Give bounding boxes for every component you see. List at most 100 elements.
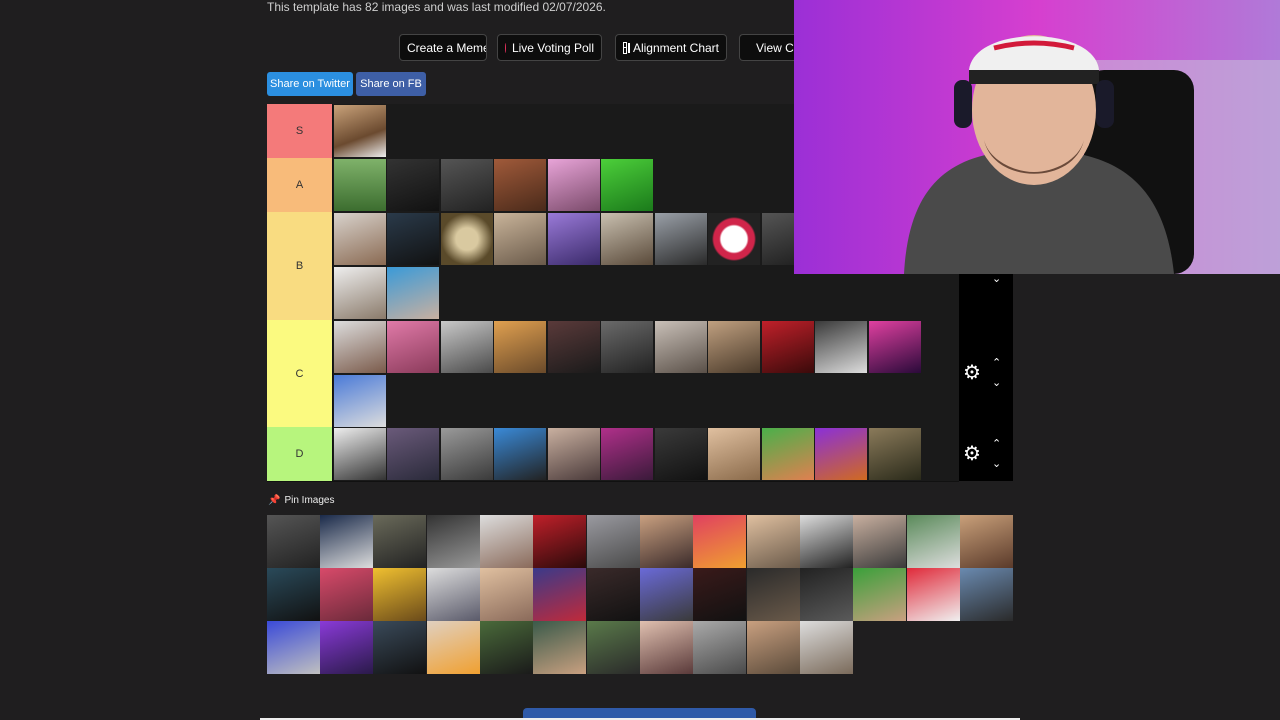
pool-image[interactable] bbox=[320, 515, 373, 568]
tier-image[interactable] bbox=[334, 428, 386, 480]
tier-label-c[interactable]: C bbox=[267, 320, 333, 427]
tier-image[interactable] bbox=[601, 428, 653, 480]
share-facebook-button[interactable]: Share on FB bbox=[356, 72, 426, 96]
tier-image[interactable] bbox=[387, 159, 439, 211]
tier-image[interactable] bbox=[708, 428, 760, 480]
pool-image[interactable] bbox=[640, 568, 693, 621]
tier-image[interactable] bbox=[387, 428, 439, 480]
tier-image[interactable] bbox=[334, 267, 386, 319]
view-button[interactable]: View C bbox=[739, 34, 795, 61]
tier-image[interactable] bbox=[708, 321, 760, 373]
pool-image[interactable] bbox=[853, 568, 906, 621]
tier-image[interactable] bbox=[601, 321, 653, 373]
tier-image[interactable] bbox=[815, 428, 867, 480]
pool-image[interactable] bbox=[960, 568, 1013, 621]
gear-icon[interactable]: ⚙ bbox=[963, 363, 981, 383]
pool-image[interactable] bbox=[373, 515, 426, 568]
pin-images-toggle[interactable]: 📌 Pin Images bbox=[268, 495, 334, 506]
pool-image[interactable] bbox=[587, 568, 640, 621]
tier-image[interactable] bbox=[655, 428, 707, 480]
pool-image[interactable] bbox=[693, 621, 746, 674]
pool-image[interactable] bbox=[747, 621, 800, 674]
tier-image[interactable] bbox=[387, 321, 439, 373]
pool-image[interactable] bbox=[533, 515, 586, 568]
pool-image[interactable] bbox=[427, 568, 480, 621]
tier-image[interactable] bbox=[494, 321, 546, 373]
pool-image[interactable] bbox=[693, 568, 746, 621]
tier-image[interactable] bbox=[548, 321, 600, 373]
tier-image[interactable] bbox=[334, 213, 386, 265]
tier-image[interactable] bbox=[762, 321, 814, 373]
chevron-down-icon[interactable]: ⌄ bbox=[992, 274, 1001, 285]
tier-image[interactable] bbox=[762, 428, 814, 480]
tier-image[interactable] bbox=[655, 321, 707, 373]
tier-image[interactable] bbox=[708, 213, 760, 265]
tier-image[interactable] bbox=[494, 213, 546, 265]
pool-image[interactable] bbox=[853, 515, 906, 568]
chevron-up-icon[interactable]: ⌃ bbox=[992, 358, 1001, 369]
alignment-chart-button[interactable]: Alignment Chart bbox=[615, 34, 727, 61]
pool-image[interactable] bbox=[960, 515, 1013, 568]
pool-image[interactable] bbox=[480, 515, 533, 568]
pool-image[interactable] bbox=[587, 621, 640, 674]
pool-image[interactable] bbox=[373, 568, 426, 621]
tier-image[interactable] bbox=[548, 213, 600, 265]
pool-image[interactable] bbox=[480, 568, 533, 621]
pool-image[interactable] bbox=[907, 568, 960, 621]
share-twitter-button[interactable]: Share on Twitter bbox=[267, 72, 353, 96]
tier-image[interactable] bbox=[494, 159, 546, 211]
tier-label-d[interactable]: D bbox=[267, 427, 333, 481]
pool-image[interactable] bbox=[747, 515, 800, 568]
tier-image[interactable] bbox=[441, 428, 493, 480]
chevron-down-icon[interactable]: ⌄ bbox=[992, 459, 1001, 470]
pool-image[interactable] bbox=[587, 515, 640, 568]
tier-image[interactable] bbox=[387, 267, 439, 319]
tier-image[interactable] bbox=[869, 321, 921, 373]
tier-image[interactable] bbox=[334, 321, 386, 373]
tier-image[interactable] bbox=[548, 428, 600, 480]
pool-image[interactable] bbox=[320, 568, 373, 621]
tier-image[interactable] bbox=[762, 213, 794, 265]
chevron-down-icon[interactable]: ⌄ bbox=[992, 378, 1001, 389]
pin-icon: 📌 bbox=[268, 495, 281, 506]
pool-image[interactable] bbox=[373, 621, 426, 674]
pool-image[interactable] bbox=[267, 568, 320, 621]
tier-label-s[interactable]: S bbox=[267, 104, 333, 158]
tier-image[interactable] bbox=[387, 213, 439, 265]
tier-image[interactable] bbox=[441, 159, 493, 211]
tier-label-b[interactable]: B bbox=[267, 212, 333, 320]
tier-image[interactable] bbox=[441, 213, 493, 265]
tier-image[interactable] bbox=[334, 159, 386, 211]
tier-image[interactable] bbox=[601, 213, 653, 265]
pool-image[interactable] bbox=[533, 568, 586, 621]
pool-image[interactable] bbox=[427, 515, 480, 568]
pool-image[interactable] bbox=[533, 621, 586, 674]
pool-image[interactable] bbox=[907, 515, 960, 568]
pool-image[interactable] bbox=[800, 621, 853, 674]
tier-image[interactable] bbox=[655, 213, 707, 265]
chevron-up-icon[interactable]: ⌃ bbox=[992, 439, 1001, 450]
tier-image[interactable] bbox=[494, 428, 546, 480]
live-voting-poll-button[interactable]: Live Voting Poll bbox=[497, 34, 602, 61]
tier-image[interactable] bbox=[869, 428, 921, 480]
tier-label-a[interactable]: A bbox=[267, 158, 333, 212]
pool-image[interactable] bbox=[427, 621, 480, 674]
tier-image[interactable] bbox=[441, 321, 493, 373]
tier-image[interactable] bbox=[334, 105, 386, 157]
pool-image[interactable] bbox=[800, 515, 853, 568]
tier-image[interactable] bbox=[548, 159, 600, 211]
pool-image[interactable] bbox=[320, 621, 373, 674]
create-meme-button[interactable]: Create a Meme bbox=[399, 34, 487, 61]
gear-icon[interactable]: ⚙ bbox=[963, 444, 981, 464]
pool-image[interactable] bbox=[640, 621, 693, 674]
tier-image[interactable] bbox=[601, 159, 653, 211]
pool-image[interactable] bbox=[800, 568, 853, 621]
pool-image[interactable] bbox=[480, 621, 533, 674]
pool-image[interactable] bbox=[267, 621, 320, 674]
pool-image[interactable] bbox=[693, 515, 746, 568]
pool-image[interactable] bbox=[640, 515, 693, 568]
pool-image[interactable] bbox=[267, 515, 320, 568]
pool-image[interactable] bbox=[747, 568, 800, 621]
tier-image[interactable] bbox=[334, 375, 386, 427]
tier-image[interactable] bbox=[815, 321, 867, 373]
